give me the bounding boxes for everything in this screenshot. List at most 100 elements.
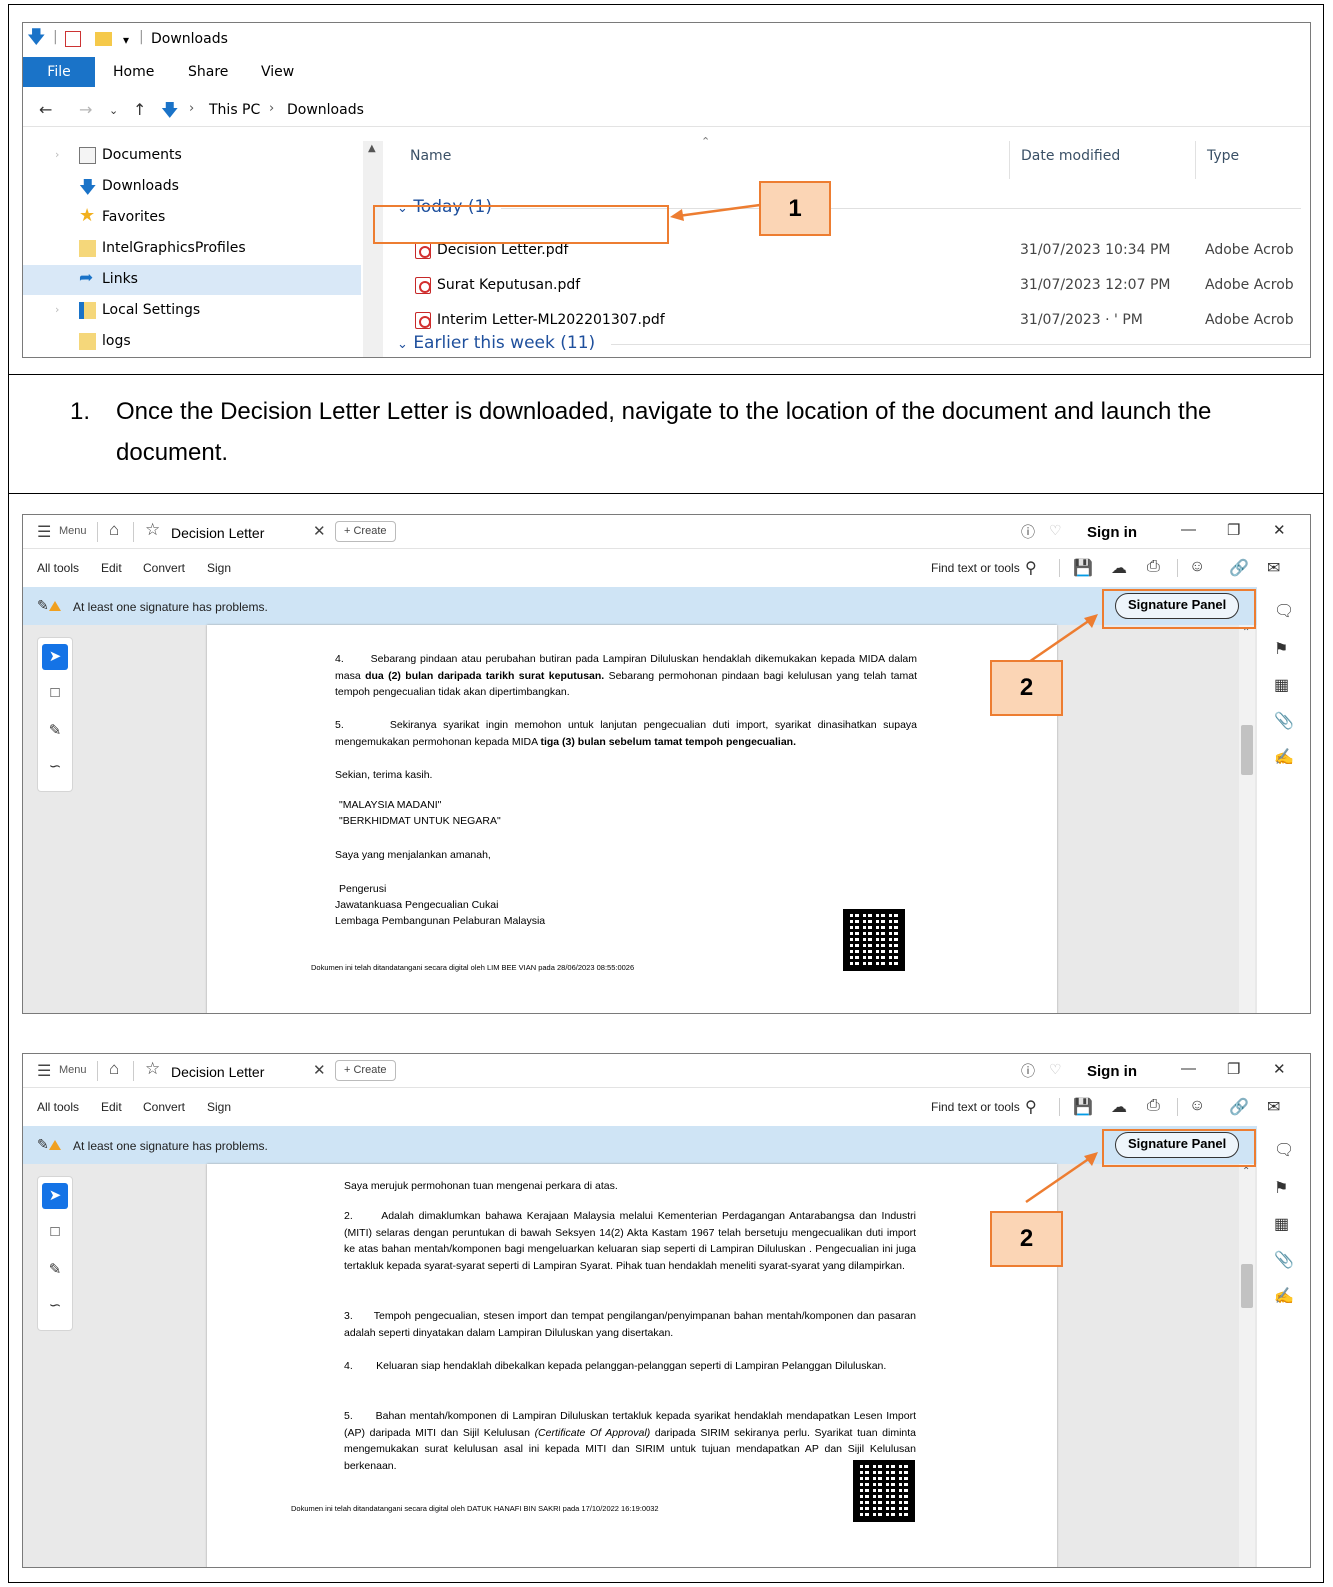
home-icon[interactable]: ⌂ bbox=[109, 1059, 119, 1079]
upload-cloud-icon[interactable]: ☁ bbox=[1111, 1097, 1127, 1117]
scroll-up-icon[interactable]: ⌃ bbox=[1242, 1166, 1250, 1177]
column-header-name[interactable]: Name bbox=[410, 148, 451, 164]
close-window-icon[interactable]: ✕ bbox=[1273, 1060, 1286, 1078]
bookmark-icon[interactable]: ⚑ bbox=[1274, 1178, 1288, 1198]
fill-sign-icon[interactable]: ✍ bbox=[1274, 1286, 1294, 1306]
minimize-icon[interactable]: — bbox=[1181, 521, 1196, 538]
scrollbar-thumb[interactable] bbox=[1241, 1264, 1253, 1308]
all-tools-button[interactable]: All tools bbox=[37, 561, 79, 575]
find-text-or-tools[interactable]: Find text or tools bbox=[931, 561, 1020, 575]
close-tab-icon[interactable]: ✕ bbox=[313, 1061, 326, 1079]
column-separator[interactable] bbox=[1195, 141, 1196, 179]
up-arrow-icon[interactable]: ↑ bbox=[133, 100, 146, 119]
scroll-up-icon[interactable]: ▲ bbox=[368, 143, 376, 154]
link-icon[interactable]: 🔗 bbox=[1229, 558, 1249, 578]
nav-item-local-settings[interactable]: › Local Settings bbox=[23, 296, 361, 326]
nav-item-intelgraphicsprofiles[interactable]: IntelGraphicsProfiles bbox=[23, 234, 361, 264]
quick-access-dropdown-icon[interactable]: ▾ bbox=[123, 33, 129, 47]
help-icon[interactable]: ⓘ bbox=[1021, 1061, 1035, 1081]
share-user-icon[interactable]: ☺ bbox=[1189, 1097, 1205, 1115]
close-tab-icon[interactable]: ✕ bbox=[313, 522, 326, 540]
comment-icon[interactable]: 🗨 bbox=[1274, 601, 1294, 621]
all-tools-button[interactable]: All tools bbox=[37, 1100, 79, 1114]
navigation-scrollbar[interactable]: ▲ bbox=[363, 141, 383, 357]
search-icon[interactable]: ⚲ bbox=[1025, 1097, 1037, 1117]
nav-item-links[interactable]: ➦ Links bbox=[23, 265, 361, 295]
column-header-type[interactable]: Type bbox=[1207, 148, 1239, 164]
tab-home[interactable]: Home bbox=[113, 64, 154, 80]
print-icon[interactable]: ⎙ bbox=[1147, 558, 1160, 576]
link-icon[interactable]: 🔗 bbox=[1229, 1097, 1249, 1117]
tab-view[interactable]: View bbox=[261, 64, 294, 80]
sign-button[interactable]: Sign bbox=[207, 561, 231, 575]
thumbnails-icon[interactable]: ▦ bbox=[1274, 675, 1289, 695]
save-icon[interactable]: 💾 bbox=[1073, 1097, 1093, 1117]
search-icon[interactable]: ⚲ bbox=[1025, 558, 1037, 578]
group-earlier-this-week[interactable]: ⌄ Earlier this week (11) bbox=[397, 333, 1310, 353]
scrollbar-thumb[interactable] bbox=[1241, 725, 1253, 775]
home-icon[interactable]: ⌂ bbox=[109, 520, 119, 540]
properties-icon[interactable] bbox=[65, 31, 81, 47]
attachment-icon[interactable]: 📎 bbox=[1274, 711, 1294, 731]
hamburger-menu-icon[interactable]: ☰ bbox=[37, 1061, 51, 1081]
edit-button[interactable]: Edit bbox=[101, 561, 122, 575]
attachment-icon[interactable]: 📎 bbox=[1274, 1250, 1294, 1270]
nav-item-downloads[interactable]: 🡇 Downloads bbox=[23, 172, 361, 202]
share-user-icon[interactable]: ☺ bbox=[1189, 558, 1205, 576]
document-scrollbar[interactable]: ⌃ bbox=[1239, 625, 1255, 1013]
expand-chevron-icon[interactable]: › bbox=[55, 148, 59, 161]
breadcrumb-this-pc[interactable]: This PC bbox=[209, 102, 260, 118]
tab-share[interactable]: Share bbox=[188, 64, 228, 80]
create-button[interactable]: + Create bbox=[335, 521, 396, 542]
add-comment-icon[interactable]: □ bbox=[42, 1219, 68, 1245]
expand-chevron-icon[interactable]: › bbox=[55, 303, 59, 316]
convert-button[interactable]: Convert bbox=[143, 1100, 185, 1114]
create-button[interactable]: + Create bbox=[335, 1060, 396, 1081]
sign-button[interactable]: Sign bbox=[207, 1100, 231, 1114]
new-folder-icon[interactable] bbox=[95, 32, 112, 46]
save-icon[interactable]: 💾 bbox=[1073, 558, 1093, 578]
edit-button[interactable]: Edit bbox=[101, 1100, 122, 1114]
highlight-pen-icon[interactable]: ✎ bbox=[42, 718, 68, 744]
star-favorite-icon[interactable]: ☆ bbox=[145, 1059, 160, 1079]
notification-bell-icon[interactable]: ♡ bbox=[1049, 522, 1062, 539]
print-icon[interactable]: ⎙ bbox=[1147, 1097, 1160, 1115]
fill-sign-icon[interactable]: ✍ bbox=[1274, 747, 1294, 767]
nav-item-favorites[interactable]: ★ Favorites bbox=[23, 203, 361, 233]
column-header-date[interactable]: Date modified bbox=[1021, 148, 1120, 164]
recent-locations-chevron-icon[interactable]: ⌄ bbox=[109, 104, 118, 117]
add-comment-icon[interactable]: □ bbox=[42, 680, 68, 706]
menu-button[interactable]: Menu bbox=[59, 1064, 87, 1076]
sign-in-button[interactable]: Sign in bbox=[1087, 1063, 1137, 1080]
forward-arrow-icon[interactable]: → bbox=[79, 100, 92, 119]
menu-button[interactable]: Menu bbox=[59, 525, 87, 537]
thumbnails-icon[interactable]: ▦ bbox=[1274, 1214, 1289, 1234]
notification-bell-icon[interactable]: ♡ bbox=[1049, 1061, 1062, 1078]
find-text-or-tools[interactable]: Find text or tools bbox=[931, 1100, 1020, 1114]
file-row-surat-keputusan[interactable]: Surat Keputusan.pdf 31/07/2023 12:07 PM … bbox=[385, 270, 1310, 302]
help-icon[interactable]: ⓘ bbox=[1021, 522, 1035, 542]
comment-icon[interactable]: 🗨 bbox=[1274, 1140, 1294, 1160]
highlight-pen-icon[interactable]: ✎ bbox=[42, 1257, 68, 1283]
bookmark-icon[interactable]: ⚑ bbox=[1274, 639, 1288, 659]
email-icon[interactable]: ✉ bbox=[1267, 1097, 1280, 1117]
document-tab-title[interactable]: Decision Letter bbox=[171, 525, 264, 541]
star-favorite-icon[interactable]: ☆ bbox=[145, 520, 160, 540]
nav-item-documents[interactable]: › Documents bbox=[23, 141, 361, 171]
hamburger-menu-icon[interactable]: ☰ bbox=[37, 522, 51, 542]
convert-button[interactable]: Convert bbox=[143, 561, 185, 575]
draw-lasso-icon[interactable]: ∽ bbox=[42, 1293, 68, 1319]
column-separator[interactable] bbox=[1009, 141, 1010, 179]
draw-lasso-icon[interactable]: ∽ bbox=[42, 754, 68, 780]
document-scrollbar[interactable]: ⌃ bbox=[1239, 1164, 1255, 1567]
minimize-icon[interactable]: — bbox=[1181, 1060, 1196, 1077]
email-icon[interactable]: ✉ bbox=[1267, 558, 1280, 578]
nav-item-logs[interactable]: logs bbox=[23, 327, 361, 357]
select-cursor-icon[interactable]: ➤ bbox=[42, 644, 68, 670]
restore-icon[interactable]: ❐ bbox=[1227, 1060, 1240, 1078]
upload-cloud-icon[interactable]: ☁ bbox=[1111, 558, 1127, 578]
back-arrow-icon[interactable]: ← bbox=[39, 100, 52, 119]
tab-file[interactable]: File bbox=[23, 57, 95, 87]
select-cursor-icon[interactable]: ➤ bbox=[42, 1183, 68, 1209]
document-tab-title[interactable]: Decision Letter bbox=[171, 1064, 264, 1080]
